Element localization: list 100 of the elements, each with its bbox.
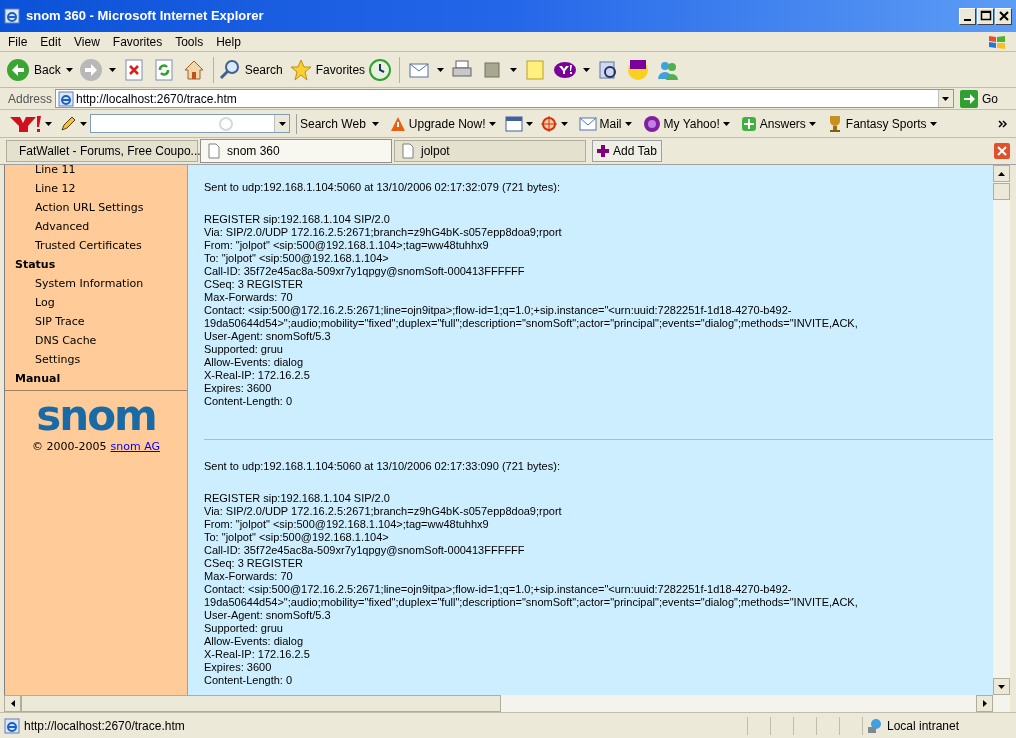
status-url: http://localhost:2670/trace.htm bbox=[24, 717, 185, 735]
sidebar-link[interactable]: DNS Cache bbox=[5, 331, 187, 350]
toolbar-link[interactable]: Mail bbox=[578, 113, 622, 134]
dropdown-caret-icon[interactable] bbox=[525, 121, 533, 126]
scroll-down-arrow-icon[interactable] bbox=[998, 684, 1005, 689]
vertical-scrollbar[interactable] bbox=[993, 165, 1010, 695]
page-icon bbox=[58, 90, 75, 107]
dropdown-caret-icon[interactable] bbox=[583, 67, 591, 72]
add-tab-button[interactable]: Add Tab bbox=[592, 140, 662, 162]
scroll-left-arrow-icon[interactable] bbox=[10, 700, 15, 707]
browser-tab[interactable]: FatWallet - Forums, Free Coupo... bbox=[6, 140, 198, 162]
scroll-right-arrow-icon[interactable] bbox=[982, 700, 987, 707]
trace-line: From: "jolpot" <sip:500@192.168.1.104>;tag=ww48tuhhx9 bbox=[204, 518, 490, 531]
dropdown-caret-icon[interactable] bbox=[488, 121, 496, 126]
snom-logo: snom bbox=[36, 395, 156, 437]
search-web-button[interactable]: Search Web bbox=[296, 113, 369, 134]
address-label: Address bbox=[8, 90, 53, 108]
trace-line: CSeq: 3 REGISTER bbox=[204, 278, 305, 291]
dropdown-caret-icon[interactable] bbox=[437, 67, 445, 72]
dropdown-caret-icon[interactable] bbox=[80, 121, 87, 126]
close-tab-icon[interactable] bbox=[994, 143, 1010, 159]
dropdown-caret-icon[interactable] bbox=[722, 121, 730, 126]
star-icon[interactable] bbox=[288, 57, 313, 82]
search-field[interactable] bbox=[90, 114, 290, 133]
plus-icon[interactable] bbox=[597, 145, 609, 157]
dropdown-caret-icon[interactable] bbox=[108, 67, 116, 72]
dropdown-caret-icon[interactable] bbox=[942, 96, 950, 101]
back-button[interactable]: Back bbox=[6, 54, 63, 85]
menu-item[interactable]: Favorites bbox=[112, 32, 163, 51]
sidebar-link[interactable]: SIP Trace bbox=[5, 312, 187, 331]
pencil-icon[interactable] bbox=[59, 114, 77, 133]
trace-line: Contact: <sip:500@172.16.2.5:2671;line=ojn9itpa>;flow-id=1;q=1.0;+sip.instance="<urn:uuid:7282251f-1d18-4270-b492- bbox=[204, 304, 793, 317]
trace-line: To: "jolpot" <sip:500@192.168.1.104> bbox=[204, 531, 390, 544]
trace-line: 19da50644d54>";audio;mobility="fixed";duplex="full";description="snomSoft";actor="principal";events="dialog";methods="INVITE,ACK, bbox=[204, 596, 859, 609]
dropdown-caret-icon[interactable] bbox=[624, 121, 632, 126]
warning-icon[interactable] bbox=[389, 115, 406, 132]
copyright-text: © 2000-2005 bbox=[32, 439, 107, 455]
dropdown-caret-icon[interactable] bbox=[808, 121, 816, 126]
toolbar-link[interactable]: Fantasy Sports bbox=[826, 113, 927, 134]
trace-line: Call-ID: 35f72e45ac8a-509xr7y1qpgy@snomSoft-000413FFFFFF bbox=[204, 265, 526, 278]
sidebar-link[interactable]: Log bbox=[5, 293, 187, 312]
trace-line: Contact: <sip:500@172.16.2.5:2671;line=ojn9itpa>;flow-id=1;q=1.0;+sip.instance="<urn:uuid:7282251f-1d18-4270-b492- bbox=[204, 583, 793, 596]
target-icon[interactable] bbox=[539, 114, 558, 133]
horizontal-scrollbar[interactable] bbox=[4, 695, 1010, 712]
dropdown-caret-icon[interactable] bbox=[278, 121, 286, 126]
trace-line: Call-ID: 35f72e45ac8a-509xr7y1qpgy@snomSoft-000413FFFFFF bbox=[204, 544, 526, 557]
trace-line: Content-Length: 0 bbox=[204, 395, 294, 408]
trace-line: User-Agent: snomSoft/5.3 bbox=[204, 609, 332, 622]
toolbar-link[interactable]: My Yahoo! bbox=[642, 113, 720, 134]
trace-line: From: "jolpot" <sip:500@192.168.1.104>;tag=ww48tuhhx9 bbox=[204, 239, 490, 252]
profile-badge-icon[interactable] bbox=[642, 114, 661, 133]
trace-line: User-Agent: snomSoft/5.3 bbox=[204, 330, 332, 343]
dropdown-caret-icon[interactable] bbox=[45, 121, 52, 126]
history-icon[interactable] bbox=[368, 57, 393, 82]
dropdown-caret-icon[interactable] bbox=[371, 121, 379, 126]
envelope-icon[interactable] bbox=[578, 116, 597, 131]
scroll-up-arrow-icon[interactable] bbox=[998, 171, 1005, 176]
page-icon[interactable] bbox=[207, 143, 221, 159]
scroll-thumb[interactable] bbox=[993, 183, 1010, 200]
menu-item[interactable]: View bbox=[74, 32, 100, 51]
trace-line: Via: SIP/2.0/UDP 172.16.2.5:2671;branch=z9hG4bK-s057epp8doa9;rport bbox=[204, 226, 563, 239]
yahoo-logo-icon[interactable] bbox=[8, 113, 42, 134]
trace-line: Allow-Events: dialog bbox=[204, 356, 305, 369]
browser-tab[interactable]: snom 360 bbox=[200, 139, 392, 163]
trace-line: Max-Forwards: 70 bbox=[204, 291, 294, 304]
dropdown-caret-icon[interactable] bbox=[929, 121, 937, 126]
go-button[interactable]: Go bbox=[960, 89, 998, 108]
browser-tab[interactable]: jolpot bbox=[394, 140, 586, 162]
sidebar-link[interactable]: System Information bbox=[5, 274, 187, 293]
window-title: snom 360 - Microsoft Internet Explorer bbox=[26, 7, 264, 26]
toolbar-link[interactable]: Answers bbox=[740, 113, 806, 134]
trace-line: Content-Length: 0 bbox=[204, 674, 294, 687]
dropdown-caret-icon[interactable] bbox=[510, 67, 518, 72]
page-icon bbox=[4, 717, 20, 734]
sidebar-link[interactable]: Line 12 bbox=[5, 179, 187, 198]
menu-item[interactable]: Edit bbox=[40, 32, 62, 51]
toolbar-link[interactable]: Upgrade Now! bbox=[389, 113, 486, 134]
menu-item[interactable]: Tools bbox=[175, 32, 204, 51]
sidebar-heading: Status bbox=[14, 257, 57, 273]
menu-item[interactable]: File bbox=[8, 32, 28, 51]
trace-line: Supported: gruu bbox=[204, 343, 284, 356]
sidebar-link[interactable]: Advanced bbox=[5, 217, 187, 236]
trace-line: Via: SIP/2.0/UDP 172.16.2.5:2671;branch=z9hG4bK-s057epp8doa9;rport bbox=[204, 505, 563, 518]
search-button[interactable]: Search bbox=[217, 54, 283, 85]
window-icon[interactable] bbox=[504, 115, 523, 132]
menu-item[interactable]: Help bbox=[216, 32, 241, 51]
sidebar-link[interactable]: Action URL Settings bbox=[5, 198, 187, 217]
address-field[interactable]: http://localhost:2670/trace.htm bbox=[55, 89, 954, 108]
sidebar-link[interactable]: Settings bbox=[5, 350, 187, 369]
trace-line: X-Real-IP: 172.16.2.5 bbox=[204, 369, 311, 382]
page-icon[interactable] bbox=[401, 143, 415, 159]
search-icon[interactable] bbox=[217, 57, 242, 82]
sidebar-link[interactable]: Line 11 bbox=[5, 160, 187, 179]
dropdown-caret-icon[interactable] bbox=[65, 67, 73, 72]
favorites-button[interactable]: Favorites bbox=[288, 54, 366, 85]
more-chevron-icon[interactable] bbox=[998, 119, 1008, 128]
sidebar-link[interactable]: Trusted Certificates bbox=[5, 236, 187, 255]
company-link[interactable]: snom AG bbox=[110, 439, 160, 456]
browser-icon bbox=[4, 8, 20, 24]
dropdown-caret-icon[interactable] bbox=[560, 121, 568, 126]
